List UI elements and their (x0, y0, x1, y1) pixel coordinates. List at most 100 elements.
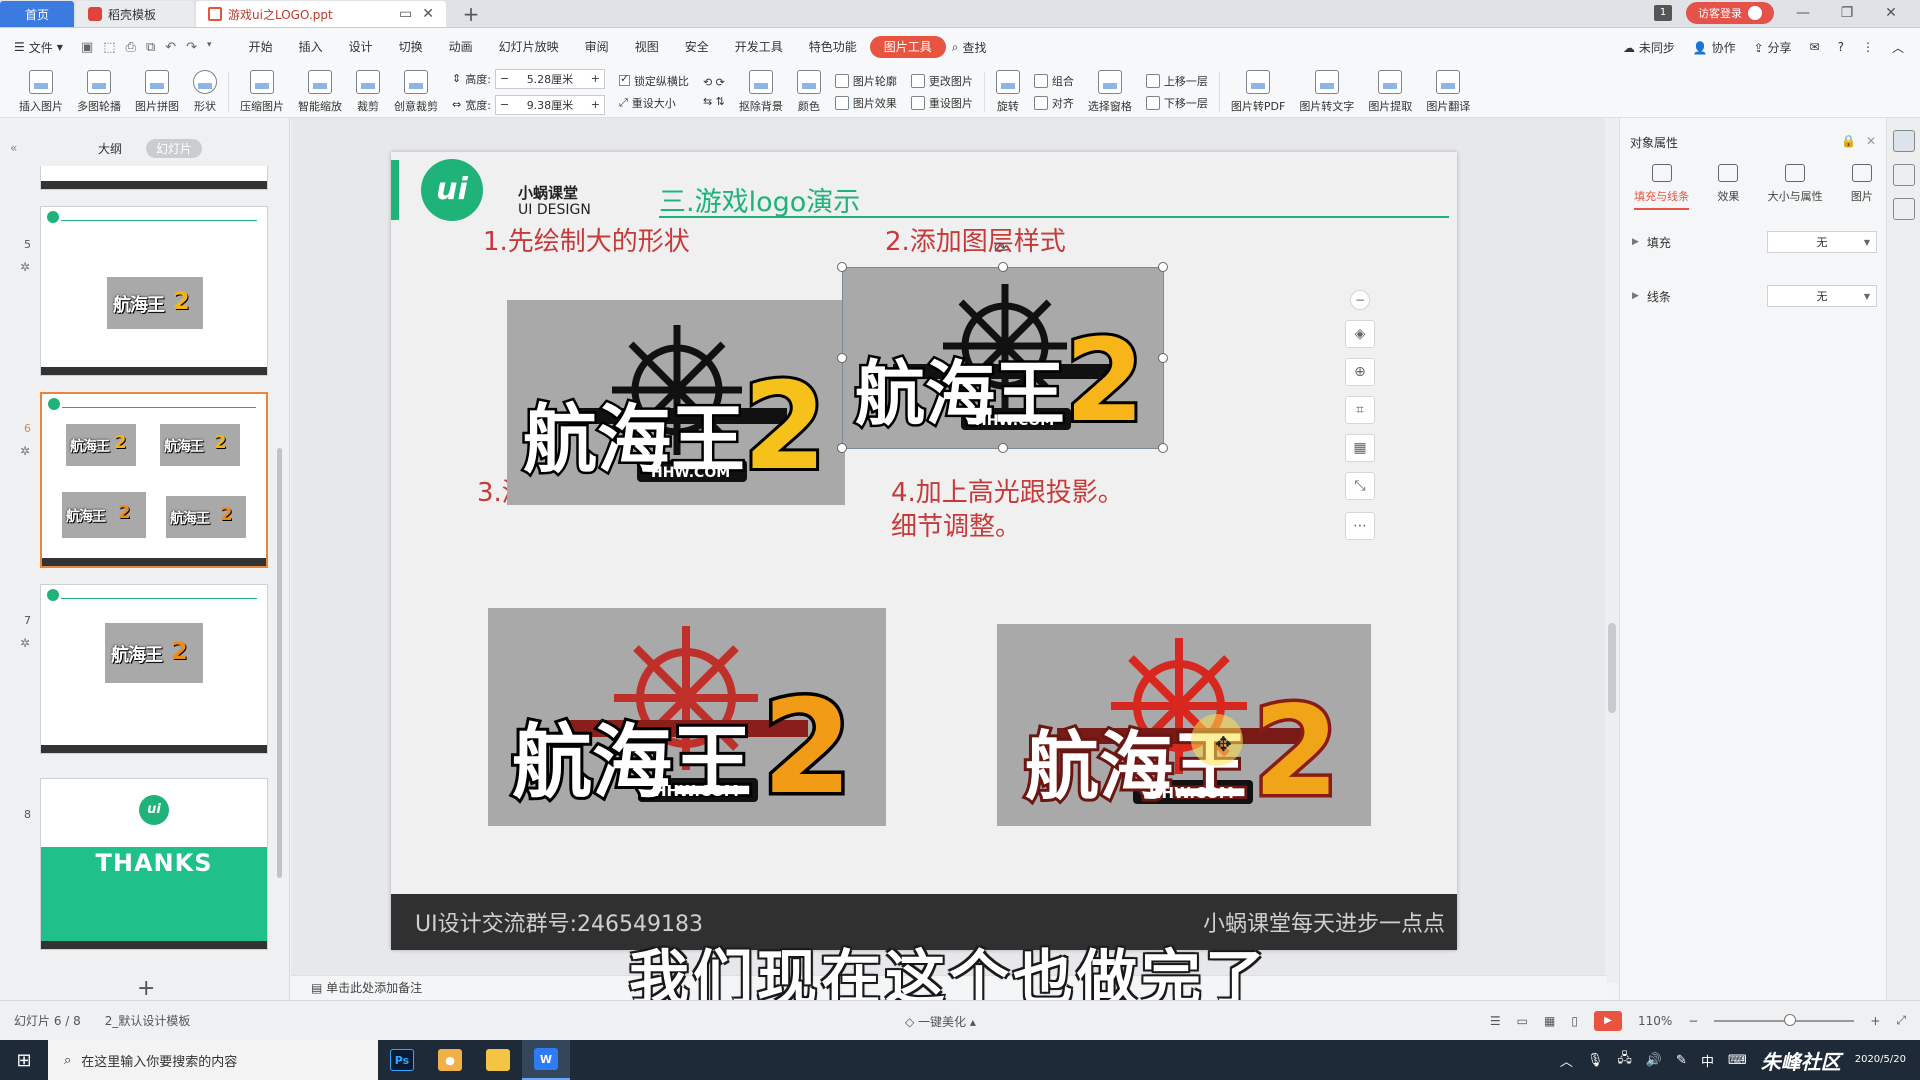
slide-title[interactable]: 三.游戏logo演示 (659, 180, 860, 219)
tray-expand-icon[interactable]: ︿ (1560, 1051, 1573, 1070)
tab-close-icon[interactable]: ✕ (422, 6, 434, 22)
slide[interactable]: ui 小蜗课堂 UI DESIGN 三.游戏logo演示 1.先绘制大的形状 2… (391, 152, 1457, 950)
restore-icon[interactable]: ❐ (1832, 5, 1862, 21)
mail-icon[interactable]: ✉ (1810, 40, 1820, 54)
logo-image-step-3[interactable]: 航海王 2 HHW.COM (488, 608, 886, 826)
customize-icon[interactable]: ▾ (207, 40, 212, 55)
tab-home[interactable]: 首页 (0, 1, 74, 27)
send-backward-button[interactable]: 下移一层 (1145, 95, 1208, 111)
rotate-handle-icon[interactable]: ⟳ (994, 238, 1007, 257)
resize-handle[interactable] (998, 262, 1008, 272)
close-panel-icon[interactable]: ✕ (1866, 134, 1876, 148)
save-icon[interactable]: ▣ (81, 40, 93, 55)
resize-handle[interactable] (1158, 443, 1168, 453)
pen-icon[interactable]: ✎ (1676, 1053, 1687, 1068)
zoom-in-icon[interactable]: ⊕ (1345, 358, 1375, 386)
minimize-icon[interactable]: — (1788, 5, 1818, 21)
step-1-text[interactable]: 1.先绘制大的形状 (483, 225, 690, 259)
menu-design[interactable]: 设计 (336, 36, 386, 58)
resize-handle[interactable] (998, 443, 1008, 453)
tab-slides[interactable]: 幻灯片 (146, 138, 203, 158)
crop-button[interactable]: 裁剪 (349, 67, 387, 117)
tab-docer[interactable]: 稻壳模板 (76, 1, 194, 27)
step-4-text[interactable]: 4.加上高光跟投影。 细节调整。 (891, 476, 1124, 544)
zoom-slider-knob[interactable] (1784, 1013, 1797, 1026)
zoom-slider[interactable] (1714, 1013, 1855, 1026)
group-button[interactable]: 组合 (1033, 73, 1074, 89)
login-button[interactable]: 访客登录 (1686, 2, 1774, 24)
ime-indicator[interactable]: 中 (1701, 1051, 1714, 1070)
menu-security[interactable]: 安全 (672, 36, 722, 58)
windows-start-icon[interactable]: ⊞ (0, 1040, 48, 1080)
fit-window-icon[interactable]: ⤢ (1896, 1013, 1906, 1028)
collab-button[interactable]: 👤 协作 (1693, 39, 1736, 56)
lock-icon[interactable]: 🔒 (1841, 134, 1856, 148)
animation-icon[interactable] (1892, 164, 1915, 186)
line-select[interactable]: 无 ▼ (1767, 285, 1877, 307)
multi-contour-button[interactable]: 多图轮播 (70, 67, 128, 117)
keyboard-icon[interactable]: ⌨ (1728, 1053, 1747, 1068)
taskbar-app-wps[interactable]: W (522, 1040, 570, 1080)
sorter-view-icon[interactable]: ▦ (1544, 1014, 1555, 1028)
step-2-text[interactable]: 2.添加图层样式 (885, 225, 1066, 259)
width-increment[interactable]: + (591, 98, 600, 111)
picture-outline-button[interactable]: 图片轮廓 (834, 73, 897, 89)
color-button[interactable]: 颜色 (790, 67, 828, 117)
resize-handle[interactable] (1158, 262, 1168, 272)
output-icon[interactable]: ⬚ (103, 40, 115, 55)
height-decrement[interactable]: − (500, 72, 509, 85)
taskbar-app-recorder[interactable]: ● (426, 1040, 474, 1080)
search-button[interactable]: ⌕ 查找 (952, 39, 987, 56)
normal-view-icon[interactable]: ▭ (1517, 1014, 1528, 1028)
logo-image-step-4[interactable]: 航海王 2 HHW.COM (997, 624, 1371, 826)
tab-document[interactable]: 游戏ui之LOGO.ppt ▭ ✕ (196, 1, 446, 27)
reading-view-icon[interactable]: ▯ (1571, 1014, 1578, 1028)
canvas-scrollbar[interactable] (1605, 118, 1619, 983)
rotate-left-icon[interactable]: ⟲ ⟳ (703, 76, 725, 89)
volume-icon[interactable]: 🔊 (1646, 1053, 1662, 1068)
slide-thumbnail-8[interactable]: ui THANKS (40, 778, 268, 950)
preview-icon[interactable]: ⧉ (146, 40, 155, 55)
microphone-icon[interactable]: 🎙 (1587, 1053, 1604, 1068)
more-options-icon[interactable]: ⋯ (1345, 512, 1375, 540)
layers-icon[interactable]: ◈ (1345, 320, 1375, 348)
reset-picture-button[interactable]: 重设图片 (910, 95, 973, 111)
add-slide-button[interactable]: + (137, 976, 155, 1001)
resize-handle[interactable] (837, 262, 847, 272)
menu-slideshow[interactable]: 幻灯片放映 (486, 36, 572, 58)
taskbar-app-explorer[interactable] (474, 1040, 522, 1080)
help-icon[interactable]: ? (1838, 40, 1844, 54)
resize-handle[interactable] (837, 443, 847, 453)
extract-button[interactable]: 图片提取 (1361, 67, 1419, 117)
fill-select[interactable]: 无 ▼ (1767, 231, 1877, 253)
insert-picture-button[interactable]: 插入图片 (12, 67, 70, 117)
notes-toggle-icon[interactable]: ☰ (1490, 1014, 1501, 1028)
network-icon[interactable]: 🖧 (1617, 1049, 1632, 1071)
backup-icon[interactable] (1892, 198, 1915, 220)
menu-transition[interactable]: 切换 (386, 36, 436, 58)
zoom-in-button[interactable]: + (1870, 1014, 1880, 1028)
bring-forward-button[interactable]: 上移一层 (1145, 73, 1208, 89)
height-increment[interactable]: + (591, 72, 600, 85)
to-pdf-button[interactable]: 图片转PDF (1224, 67, 1292, 117)
tab-fill-line[interactable]: 填充与线条 (1634, 160, 1690, 210)
menu-view[interactable]: 视图 (622, 36, 672, 58)
menu-start[interactable]: 开始 (236, 36, 286, 58)
collapse-panel-icon[interactable]: « (10, 141, 17, 155)
panel-title[interactable]: 对象属性 (1630, 134, 1678, 151)
lock-ratio-checkbox[interactable]: 锁定纵横比 (618, 72, 689, 89)
taskbar-date[interactable]: 2020/5/20 (1855, 1054, 1906, 1066)
width-input[interactable]: − 9.38厘米 + (494, 94, 605, 115)
picture-effect-button[interactable]: 图片效果 (834, 95, 897, 111)
tab-size[interactable]: 大小与属性 (1768, 160, 1823, 210)
close-window-icon[interactable]: ✕ (1876, 5, 1906, 21)
sync-button[interactable]: ☁ 未同步 (1623, 39, 1675, 56)
creative-crop-button[interactable]: 创意裁剪 (387, 67, 445, 117)
menu-review[interactable]: 审阅 (572, 36, 622, 58)
menu-features[interactable]: 特色功能 (796, 36, 870, 58)
taskbar-app-photoshop[interactable]: Ps (378, 1040, 426, 1080)
new-tab-button[interactable]: + (458, 1, 484, 27)
slide-thumbnail-5[interactable]: 航海王 2 (40, 206, 268, 376)
change-picture-button[interactable]: 更改图片 (910, 73, 973, 89)
ocr-icon[interactable]: ▦ (1345, 434, 1375, 462)
